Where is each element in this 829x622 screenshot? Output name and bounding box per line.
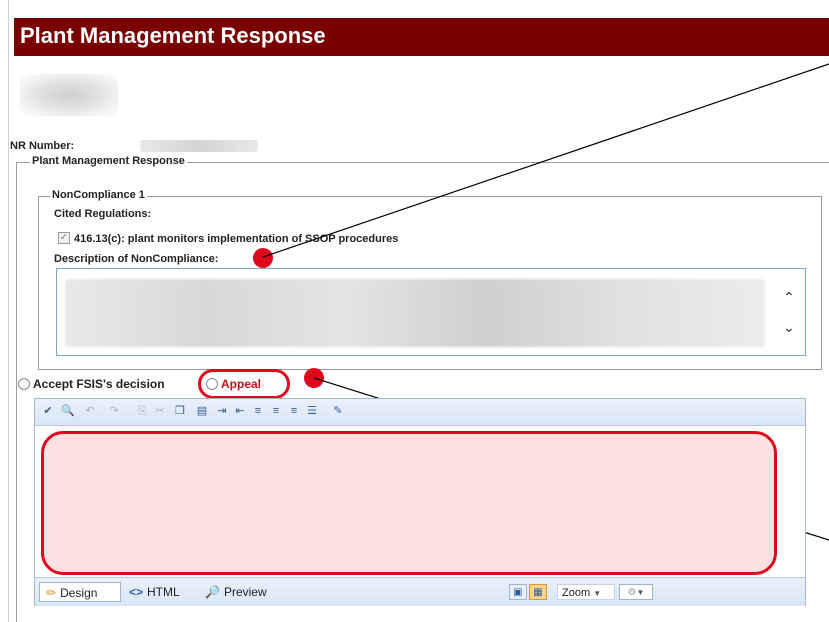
tab-design[interactable]: ✏ Design: [39, 582, 121, 602]
format-painter-icon[interactable]: ✎: [331, 404, 345, 418]
tab-design-label: Design: [60, 586, 98, 600]
align-center-icon[interactable]: ≡: [269, 404, 283, 418]
editor-mode-bar: ✏ Design <> HTML 🔎 Preview ▣ ▦ Zoom ▼ ⚙▼: [35, 577, 805, 606]
align-right-icon[interactable]: ≡: [287, 404, 301, 418]
redacted-logo: [20, 74, 118, 116]
description-textarea[interactable]: ⌃ ⌄: [56, 268, 806, 356]
list-icon[interactable]: ☰: [305, 404, 319, 418]
spellcheck-icon[interactable]: ✔: [41, 404, 55, 418]
scroll-down-icon[interactable]: ⌄: [781, 319, 797, 335]
chevron-down-icon: ▼: [593, 589, 602, 598]
zoom-label: Zoom: [562, 587, 591, 599]
appeal-editor: ✔ 🔍 ↶ ↷ ⎘ ✂ ❒ ▤ ⇥ ⇤ ≡ ≡ ≡ ☰ ✎ ✏ Design <>…: [34, 398, 806, 606]
code-icon: <>: [129, 585, 144, 599]
tab-html-label: HTML: [147, 585, 180, 599]
find-icon[interactable]: 🔍: [61, 404, 75, 418]
tab-html[interactable]: <> HTML: [123, 582, 193, 602]
page-title: Plant Management Response: [14, 18, 829, 56]
zoom-dropdown[interactable]: Zoom ▼: [557, 584, 615, 600]
pencil-icon: ✏: [46, 586, 57, 600]
description-label: Description of NonCompliance:: [54, 253, 219, 265]
indent-icon[interactable]: ⇥: [215, 404, 229, 418]
cut-icon[interactable]: ✂: [153, 404, 167, 418]
regulation-checkbox[interactable]: ✓: [58, 232, 70, 244]
annotation-dot-appeal: [304, 368, 324, 388]
outdent-icon[interactable]: ⇤: [233, 404, 247, 418]
dock-icon[interactable]: ▣: [509, 584, 527, 600]
editor-toolbar: ✔ 🔍 ↶ ↷ ⎘ ✂ ❒ ▤ ⇥ ⇤ ≡ ≡ ≡ ☰ ✎: [35, 399, 805, 426]
appeal-highlight-oval: [198, 369, 290, 399]
redacted-description: [65, 279, 765, 347]
tab-preview-label: Preview: [223, 585, 267, 599]
nr-number-label: NR Number:: [10, 140, 75, 152]
accept-radio[interactable]: [18, 378, 30, 390]
regulation-label: 416.13(c): plant monitors implementation…: [74, 233, 399, 245]
paste-icon[interactable]: ❒: [173, 404, 187, 418]
module-manager-icon[interactable]: ⚙▼: [619, 584, 653, 600]
align-left-icon[interactable]: ≡: [251, 404, 265, 418]
noncompliance-legend: NonCompliance 1: [50, 189, 147, 201]
fullscreen-icon[interactable]: ▦: [529, 584, 547, 600]
redacted-nr-number: [140, 140, 258, 152]
cited-regulations-label: Cited Regulations:: [54, 208, 152, 220]
left-frame-border: [8, 0, 9, 622]
redo-icon[interactable]: ↷: [107, 404, 121, 418]
copy-icon[interactable]: ⎘: [135, 404, 149, 418]
undo-icon[interactable]: ↶: [83, 404, 97, 418]
annotation-dot-description: [253, 248, 273, 268]
plant-response-legend: Plant Management Response: [30, 155, 187, 167]
scroll-up-icon[interactable]: ⌃: [781, 289, 797, 305]
magnifier-icon: 🔎: [205, 585, 220, 599]
paste-text-icon[interactable]: ▤: [195, 404, 209, 418]
appeal-text-area[interactable]: [41, 431, 777, 575]
tab-preview[interactable]: 🔎 Preview: [199, 582, 279, 602]
accept-label[interactable]: Accept FSIS's decision: [33, 377, 165, 391]
